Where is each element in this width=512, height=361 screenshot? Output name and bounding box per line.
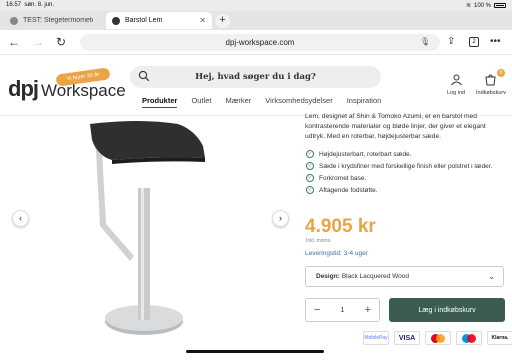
mic-icon[interactable]: 🎙 [420,37,430,46]
product-gallery: ‹ › [0,116,295,356]
tab-overview-button[interactable]: 2 [469,37,479,47]
menu-item-virksomhedsydelser[interactable]: Virksomhedsydelser [265,96,332,108]
feature-item: ✓ Højdejusterbart, roterbart sæde. [305,150,505,159]
product-price: 4.905 kr [305,216,376,237]
cart-button[interactable]: 0 Indkøbskurv [476,69,506,96]
payment-methods: MobilePay VISA Klarna. [363,331,512,345]
login-label: Log ind [447,90,466,96]
chevron-down-icon: ⌄ [488,272,495,281]
feature-item: ✓ Aftagende fodstøtte. [305,186,505,195]
reload-icon[interactable]: ↻ [56,35,66,49]
gallery-prev-button[interactable]: ‹ [12,210,29,227]
menu-item-produkter[interactable]: Produkter [142,96,178,108]
site-header: dpj Workspace Vi fejrer 30 år Hej, hvad … [0,56,512,116]
home-indicator[interactable] [186,350,324,353]
product-info: Lem, designet af Shin & Tomoko Azumi, er… [305,112,505,198]
logo-mark: dpj [8,76,39,101]
add-to-cart-button[interactable]: Læg i indkøbskurv [389,298,505,322]
menu-item-inspiration[interactable]: Inspiration [347,96,382,108]
close-tab-icon[interactable]: ✕ [199,16,206,25]
mobilepay-logo: MobilePay [363,331,389,345]
status-time: 16.57 søn. 8. jun. [6,2,55,8]
search-input[interactable]: Hej, hvad søger du i dag? [130,66,381,88]
back-icon[interactable]: ← [8,35,20,49]
address-bar: ← → ↻ dpj-workspace.com 🎙 ⇪ 2 ••• [0,30,512,55]
mastercard-logo [425,331,451,345]
tab-stegetermometer[interactable]: TEST: Stegetermometer [4,12,104,29]
feature-list: ✓ Højdejusterbart, roterbart sæde. ✓ Sæde … [305,150,505,195]
check-icon: ✓ [306,162,314,170]
feature-text: Forkromet base. [319,175,367,182]
new-tab-button[interactable]: + [215,14,230,28]
gallery-next-button[interactable]: › [272,210,289,227]
battery-icon [494,3,506,8]
feature-text: Højdejusterbart, roterbart sæde. [319,151,412,158]
vat-note: Inkl. moms. [306,238,332,244]
search-placeholder: Hej, hvad søger du i dag? [195,72,316,82]
tab-favicon-icon [10,16,18,25]
decrease-quantity-button[interactable]: − [314,304,320,316]
status-right: ≋ 100 % [466,2,506,9]
tab-label: TEST: Stegetermometer [23,17,93,24]
feature-text: Sæde i krydsfiner med forskellige finish… [319,163,493,170]
check-icon: ✓ [306,174,314,182]
product-description: Lem, designet af Shin & Tomoko Azumi, er… [305,113,486,140]
url-text: dpj-workspace.com [225,38,295,47]
product-image [90,121,205,335]
tab-label: Barstol Lem [125,17,163,24]
delivery-time: Leveringstid: 3-4 uger [305,250,368,257]
user-icon [450,74,462,86]
share-icon[interactable]: ⇪ [447,36,455,47]
check-icon: ✓ [306,150,314,158]
cart-label: Indkøbskurv [476,90,506,96]
design-value: Black Lacquered Wood [341,273,409,280]
design-select[interactable]: Design: Black Lacquered Wood ⌄ [305,266,504,287]
wifi-icon: ≋ [465,3,471,9]
search-icon [138,70,150,82]
tab-barstol-lem[interactable]: Barstol Lem ✕ [106,12,212,29]
tab-strip: TEST: Stegetermometer Barstol Lem ✕ + [0,11,512,30]
increase-quantity-button[interactable]: + [365,304,371,316]
more-icon[interactable]: ••• [490,36,501,47]
battery-text: 100 % [473,2,491,9]
status-bar: 16.57 søn. 8. jun. ≋ 100 % [0,0,512,11]
login-button[interactable]: Log ind [447,73,465,96]
cart-count-badge: 0 [496,69,505,77]
quantity-value[interactable]: 1 [341,307,345,314]
menu-item-outlet[interactable]: Outlet [191,96,211,108]
visa-logo: VISA [394,331,420,345]
tab-favicon-icon [112,16,120,25]
feature-item: ✓ Sæde i krydsfiner med forskellige finis… [305,162,505,171]
maestro-logo [456,331,482,345]
design-label: Design: [316,273,340,280]
klarna-logo: Klarna. [487,331,512,345]
url-field[interactable]: dpj-workspace.com 🎙 [80,34,440,51]
menu-item-maerker[interactable]: Mærker [225,96,251,108]
feature-item: ✓ Forkromet base. [305,174,505,183]
check-icon: ✓ [306,186,314,194]
forward-icon[interactable]: → [32,35,44,49]
cart-icon [485,74,497,86]
main-menu: Produkter Outlet Mærker Virksomhedsydels… [142,96,381,108]
feature-text: Aftagende fodstøtte. [319,187,378,194]
quantity-stepper: − 1 + [305,298,380,322]
logo-text: Workspace [41,81,126,100]
